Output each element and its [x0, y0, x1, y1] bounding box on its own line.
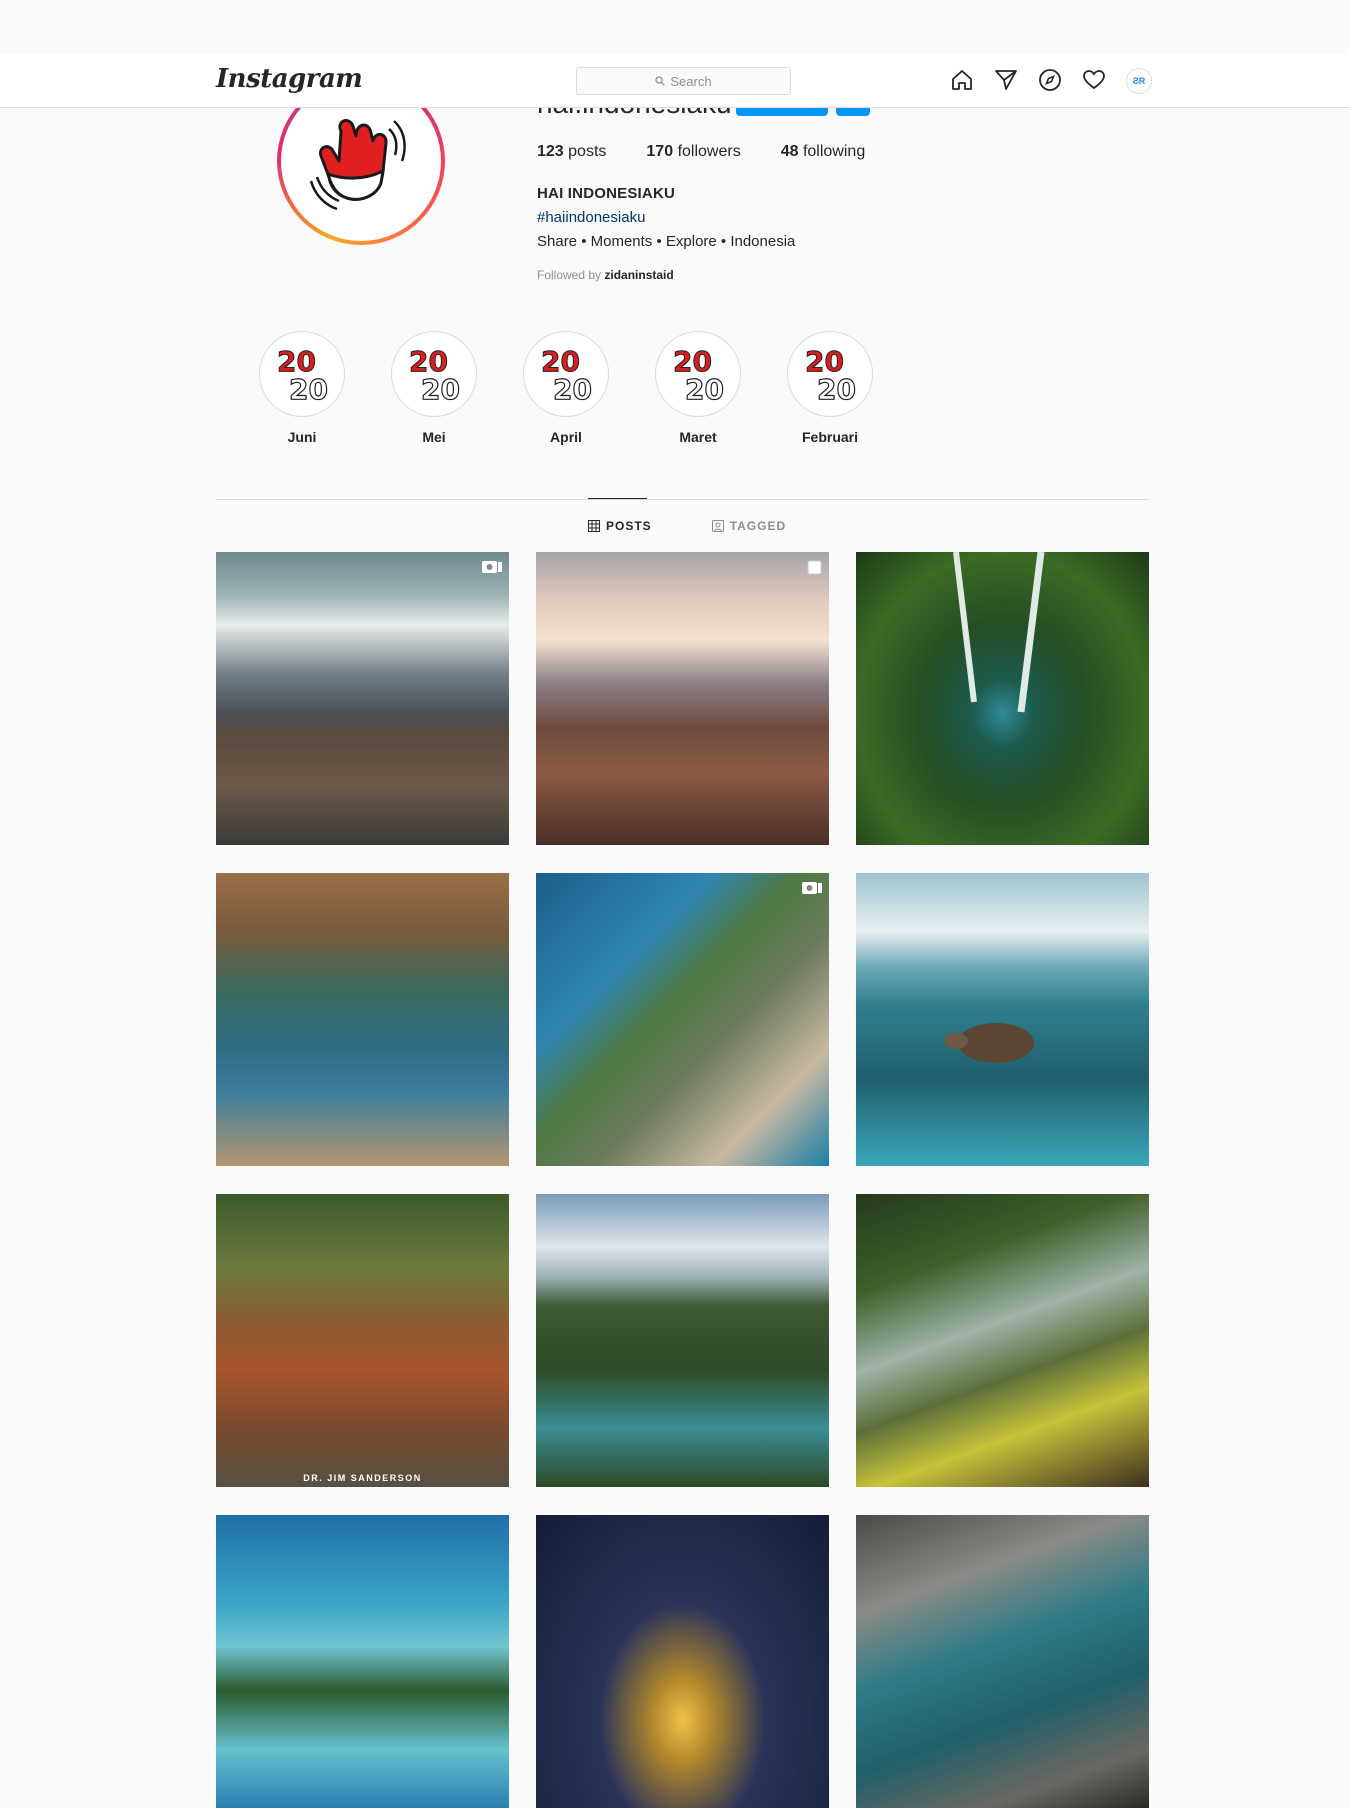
followers-count: 170: [646, 143, 674, 160]
highlight-cover: 20 20: [523, 331, 609, 417]
highlight-label: Februari: [801, 429, 858, 445]
post-thumbnail[interactable]: [856, 1194, 1149, 1487]
top-navigation-bar: Instagram Search ƧR: [0, 54, 1349, 108]
post-overlay-caption: DR. JIM SANDERSON: [303, 1473, 422, 1483]
grid-icon: [588, 520, 600, 532]
post-thumbnail[interactable]: [856, 552, 1149, 845]
posts-label: posts: [568, 143, 607, 160]
profile-bio: Share • Moments • Explore • Indonesia: [537, 233, 796, 250]
profile-tabs: POSTS TAGGED: [588, 519, 846, 533]
nav-icons: ƧR: [950, 68, 1152, 94]
profile-full-name: HAI INDONESIAKU: [537, 185, 676, 202]
followed-by-user: zidaninstaid: [604, 268, 674, 282]
active-tab-indicator: [588, 498, 647, 499]
profile-avatar-icon[interactable]: ƧR: [1126, 68, 1152, 94]
highlight-2020-icon: 20 20: [805, 345, 857, 407]
highlight-item[interactable]: 20 20 April: [523, 331, 609, 445]
highlight-2020-icon: 20 20: [409, 345, 461, 407]
highlight-label: Mei: [422, 429, 446, 445]
post-thumbnail[interactable]: [536, 873, 829, 1166]
avatar-initials: ƧR: [1132, 76, 1146, 86]
search-input[interactable]: Search: [576, 67, 791, 95]
highlight-cover: 20 20: [655, 331, 741, 417]
post-thumbnail[interactable]: [536, 1194, 829, 1487]
highlight-cover: 20 20: [787, 331, 873, 417]
tab-posts-label: POSTS: [606, 519, 652, 533]
following-stat[interactable]: 48 following: [781, 143, 866, 161]
explore-icon[interactable]: [1038, 68, 1062, 92]
search-placeholder: Search: [670, 73, 712, 89]
highlight-item[interactable]: 20 20 Maret: [655, 331, 741, 445]
highlight-label: Juni: [287, 429, 317, 445]
followed-by[interactable]: Followed by zidaninstaid: [537, 268, 674, 282]
direct-message-icon[interactable]: [994, 68, 1018, 92]
post-thumbnail[interactable]: [856, 873, 1149, 1166]
highlight-cover: 20 20: [391, 331, 477, 417]
instagram-logo[interactable]: Instagram: [216, 64, 363, 94]
svg-text:20: 20: [553, 373, 592, 406]
posts-count: 123: [537, 143, 564, 160]
tab-tagged-label: TAGGED: [729, 519, 787, 533]
svg-text:20: 20: [685, 373, 724, 406]
heart-icon[interactable]: [1082, 68, 1106, 92]
bio-hashtag-link[interactable]: #haiindonesiaku: [537, 209, 645, 226]
highlight-cover: 20 20: [259, 331, 345, 417]
tagged-icon: [711, 520, 724, 532]
tab-posts[interactable]: POSTS: [588, 519, 652, 533]
post-thumbnail[interactable]: [856, 1515, 1149, 1808]
highlight-2020-icon: 20 20: [541, 345, 593, 407]
turtle-shape: [944, 1023, 1034, 1063]
search-icon: [655, 76, 666, 86]
post-thumbnail[interactable]: [536, 1515, 829, 1808]
svg-text:20: 20: [421, 373, 460, 406]
followers-label: followers: [677, 143, 741, 160]
home-icon[interactable]: [950, 68, 974, 92]
following-label: following: [802, 143, 866, 160]
tabs-divider: [216, 499, 1149, 500]
followers-stat[interactable]: 170 followers: [646, 143, 740, 161]
svg-text:20: 20: [817, 373, 856, 406]
following-count: 48: [780, 143, 799, 160]
post-thumbnail[interactable]: DR. JIM SANDERSON: [216, 1194, 509, 1487]
svg-text:20: 20: [289, 373, 328, 406]
post-thumbnail[interactable]: [216, 1515, 509, 1808]
post-thumbnail[interactable]: [536, 552, 829, 845]
highlight-item[interactable]: 20 20 Juni: [259, 331, 345, 445]
followed-by-prefix: Followed by: [537, 268, 602, 282]
profile-stats: 123 posts 170 followers 48 following: [537, 143, 905, 161]
highlight-2020-icon: 20 20: [673, 345, 725, 407]
video-icon: [802, 882, 822, 894]
highlight-item[interactable]: 20 20 Mei: [391, 331, 477, 445]
highlight-2020-icon: 20 20: [277, 345, 329, 407]
posts-stat: 123 posts: [537, 143, 606, 161]
highlight-item[interactable]: 20 20 Februari: [787, 331, 873, 445]
video-icon: [482, 561, 502, 573]
carousel-icon: [807, 560, 822, 575]
post-thumbnail[interactable]: [216, 552, 509, 845]
highlight-label: April: [550, 429, 582, 445]
posts-grid: DR. JIM SANDERSON: [216, 552, 1149, 1808]
waving-hand-icon: [309, 119, 406, 211]
waterfall-streaks: [953, 552, 1045, 713]
story-highlights: 20 20 Juni 20 20 Mei 20 20 April 20 20 M…: [259, 331, 919, 445]
highlight-label: Maret: [679, 429, 717, 445]
post-thumbnail[interactable]: [216, 873, 509, 1166]
tab-tagged[interactable]: TAGGED: [711, 519, 787, 533]
